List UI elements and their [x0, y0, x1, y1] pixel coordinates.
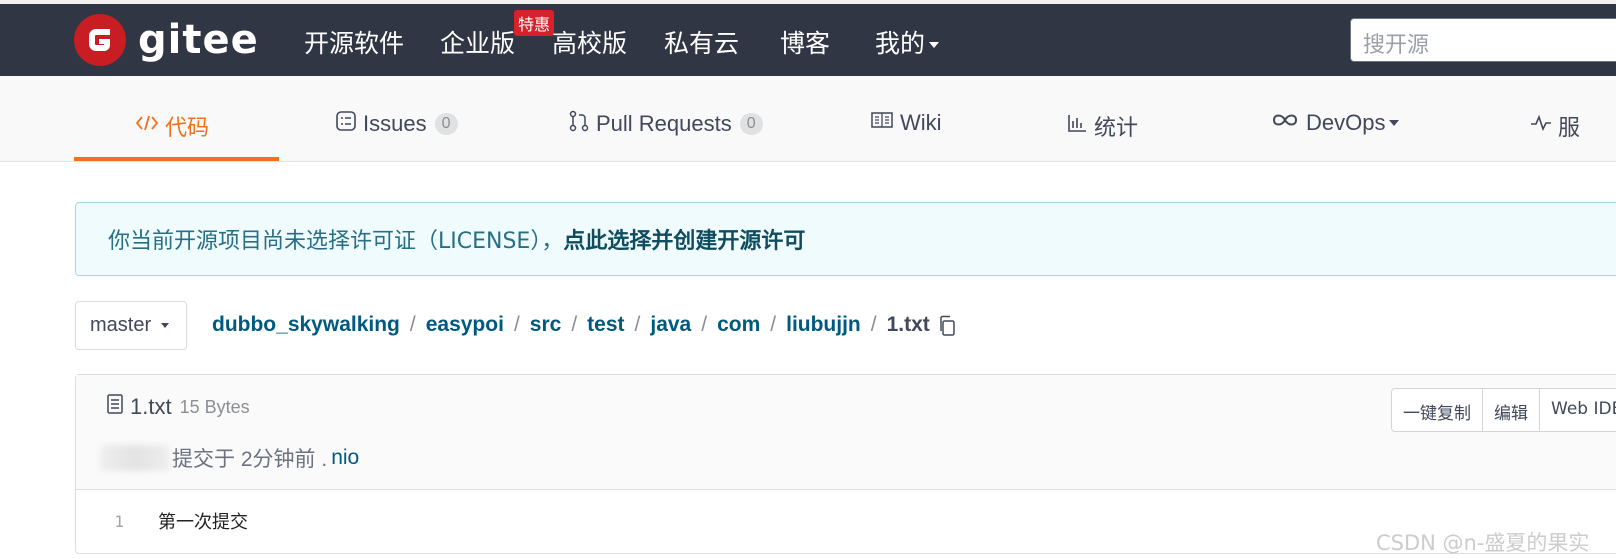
tab-pull-requests-label: Pull Requests: [596, 111, 732, 136]
search-placeholder: 搜开源: [1363, 33, 1430, 58]
breadcrumb-src[interactable]: src: [530, 313, 562, 337]
breadcrumb-test[interactable]: test: [587, 313, 624, 337]
breadcrumb-separator: /: [870, 313, 877, 336]
create-license-link[interactable]: 点此选择并创建开源许可: [563, 229, 805, 254]
pull-requests-count-badge: 0: [739, 113, 763, 135]
file-text-icon: [106, 393, 124, 421]
nav-mine-label: 我的: [875, 29, 926, 58]
file-size: 15 Bytes: [179, 396, 250, 417]
edit-button[interactable]: 编辑: [1483, 389, 1540, 431]
breadcrumb-separator: /: [513, 313, 520, 336]
tab-issues[interactable]: Issues 0: [335, 110, 458, 138]
nav-blog[interactable]: 博客: [780, 24, 830, 60]
breadcrumb-separator: /: [409, 313, 416, 336]
top-navbar: gitee 开源软件 企业版 特惠 高校版 私有云 博客 我的 搜开源: [0, 0, 1616, 76]
breadcrumb-easypoi[interactable]: easypoi: [426, 313, 504, 337]
nav-private-cloud[interactable]: 私有云: [664, 24, 739, 60]
tab-devops[interactable]: DevOps: [1270, 110, 1400, 136]
breadcrumb-java[interactable]: java: [650, 313, 691, 337]
breadcrumb-liubujjn[interactable]: liubujjn: [786, 313, 861, 337]
breadcrumb-repo[interactable]: dubbo_skywalking: [212, 313, 400, 337]
branch-name: master: [90, 314, 152, 336]
copy-all-button[interactable]: 一键复制: [1392, 389, 1483, 431]
issues-count-badge: 0: [434, 113, 458, 135]
license-notice: 你当前开源项目尚未选择许可证（LICENSE），点此选择并创建开源许可: [75, 202, 1616, 276]
commit-info: 提交于 2分钟前 . nio: [100, 443, 359, 473]
chevron-down-icon: [929, 42, 940, 48]
tab-devops-label: DevOps: [1306, 110, 1386, 135]
chevron-down-icon: [1389, 120, 1400, 126]
tab-statistics[interactable]: 统计: [1066, 110, 1138, 142]
code-icon: [135, 113, 159, 139]
breadcrumb-separator: /: [571, 313, 578, 336]
search-input[interactable]: 搜开源: [1350, 18, 1616, 62]
file-actions: 一键复制 编辑 Web IDE: [1391, 388, 1616, 432]
license-notice-text: 你当前开源项目尚未选择许可证（LICENSE），: [108, 229, 564, 254]
watermark: CSDN @n-盛夏的果实: [1376, 531, 1590, 555]
chevron-down-icon: [160, 323, 169, 329]
infinity-icon: [1270, 110, 1300, 136]
pulse-icon: [1530, 113, 1552, 139]
special-offer-badge: 特惠: [514, 10, 555, 36]
line-content: 第一次提交: [158, 512, 248, 533]
breadcrumb-current-file: 1.txt: [886, 313, 930, 336]
repo-tabbar: 代码 Issues 0 Pull Requests 0 Wiki 统计 DevO…: [0, 76, 1616, 162]
nav-enterprise[interactable]: 企业版: [440, 24, 515, 60]
tab-code-label: 代码: [165, 115, 210, 140]
browser-strip: [0, 0, 1616, 4]
bar-chart-icon: [1066, 112, 1088, 140]
file-header: 1.txt 15 Bytes 提交于 2分钟前 . nio 一键复制 编辑 We…: [76, 375, 1616, 490]
tab-issues-label: Issues: [363, 111, 427, 136]
copy-icon[interactable]: [938, 315, 955, 336]
breadcrumb-com[interactable]: com: [717, 313, 760, 337]
file-name: 1.txt: [130, 394, 172, 419]
tab-code[interactable]: 代码: [135, 110, 209, 142]
web-ide-button[interactable]: Web IDE: [1540, 389, 1616, 431]
tab-service-label: 服: [1558, 115, 1581, 140]
tab-service[interactable]: 服: [1530, 110, 1580, 142]
file-title: 1.txt 15 Bytes: [106, 393, 250, 421]
nav-mine[interactable]: 我的: [875, 24, 940, 60]
tab-pull-requests[interactable]: Pull Requests 0: [568, 110, 763, 138]
gitee-logo-icon: [74, 14, 126, 66]
tab-wiki[interactable]: Wiki: [870, 110, 942, 136]
tab-statistics-label: 统计: [1094, 115, 1139, 140]
commit-user[interactable]: nio: [331, 446, 359, 470]
avatar: [100, 445, 170, 471]
book-icon: [870, 110, 894, 136]
gitee-logo[interactable]: gitee: [74, 14, 259, 66]
active-tab-indicator: [74, 157, 279, 161]
nav-university[interactable]: 高校版: [552, 24, 627, 60]
line-number[interactable]: 1: [76, 512, 138, 531]
nav-open-source[interactable]: 开源软件: [304, 24, 404, 60]
breadcrumb-separator: /: [701, 313, 708, 336]
breadcrumb: dubbo_skywalking / easypoi / src / test …: [212, 313, 955, 337]
logo-text: gitee: [138, 17, 259, 63]
commit-time: 提交于 2分钟前 .: [172, 448, 328, 471]
branch-selector[interactable]: master: [75, 301, 187, 350]
issues-icon: [335, 110, 357, 138]
tab-wiki-label: Wiki: [900, 110, 942, 135]
pull-request-icon: [568, 110, 590, 138]
breadcrumb-separator: /: [770, 313, 777, 336]
breadcrumb-separator: /: [634, 313, 641, 336]
